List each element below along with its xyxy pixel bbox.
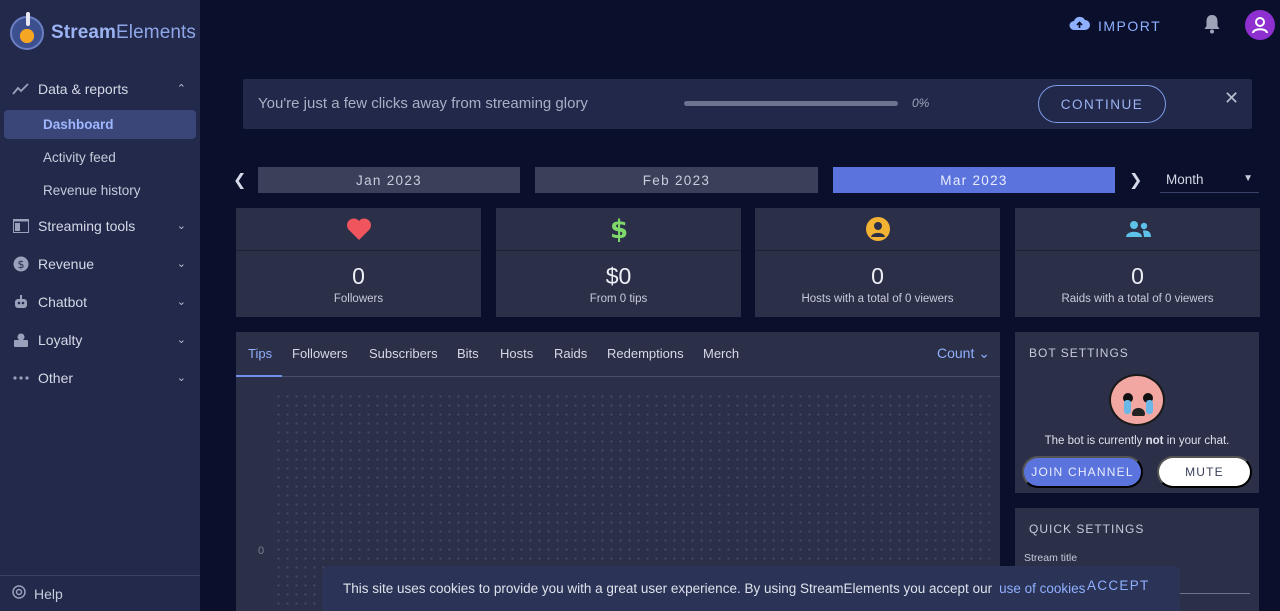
stat-label: From 0 tips — [589, 293, 648, 305]
stat-label: Raids with a total of 0 viewers — [1061, 293, 1214, 305]
sidebar-group-data-reports[interactable]: Data & reports ⌃ — [0, 70, 200, 108]
stat-card-raids: 0 Raids with a total of 0 viewers — [1015, 208, 1260, 317]
help-link[interactable]: Help — [0, 575, 200, 611]
bot-settings-title: BOT SETTINGS — [1029, 346, 1129, 360]
import-label: IMPORT — [1098, 18, 1162, 34]
cookie-banner: This site uses cookies to provide you wi… — [322, 566, 1180, 611]
close-icon[interactable]: ✕ — [1224, 88, 1239, 109]
caret-down-icon: ▼ — [1243, 173, 1253, 184]
tab-hosts[interactable]: Hosts — [500, 346, 533, 361]
svg-text:$: $ — [17, 258, 24, 271]
user-circle-icon — [865, 217, 890, 241]
sidebar-item-revenue-history[interactable]: Revenue history — [0, 174, 200, 207]
chevron-right-icon[interactable]: ❯ — [1129, 170, 1142, 190]
sidebar-group-revenue[interactable]: $ Revenue ⌄ — [0, 245, 200, 283]
stat-value: 0 — [1131, 263, 1144, 289]
stat-value: 0 — [352, 263, 365, 289]
bell-icon[interactable] — [1203, 14, 1223, 36]
sidebar-group-label: Data & reports — [38, 81, 129, 97]
bot-status-text: The bot is currently not in your chat. — [1044, 435, 1230, 447]
tab-raids[interactable]: Raids — [554, 346, 587, 361]
loyalty-icon — [12, 332, 29, 349]
stat-value: 0 — [871, 263, 884, 289]
sidebar-group-streaming-tools[interactable]: Streaming tools ⌄ — [0, 207, 200, 245]
period-mar[interactable]: Mar 2023 — [833, 167, 1115, 193]
stat-card-tips: $ $0 From 0 tips — [496, 208, 741, 317]
metric-select-value: Count — [937, 345, 975, 361]
accept-cookies-button[interactable]: ACCEPT — [1087, 578, 1150, 593]
dollar-circle-icon: $ — [12, 256, 29, 273]
onboarding-banner: You're just a few clicks away from strea… — [243, 79, 1252, 129]
cloud-upload-icon — [1069, 16, 1090, 36]
sidebar-group-loyalty[interactable]: Loyalty ⌄ — [0, 321, 200, 359]
chevron-down-icon: ⌄ — [176, 258, 186, 270]
stat-card-followers: 0 Followers — [236, 208, 481, 317]
range-select-value: Month — [1166, 172, 1204, 187]
quick-settings-title: QUICK SETTINGS — [1029, 522, 1145, 536]
streamelements-logo[interactable]: StreamElements — [10, 12, 197, 52]
robot-icon — [12, 294, 29, 311]
chevron-up-icon: ⌃ — [176, 83, 186, 95]
chevron-left-icon[interactable]: ❮ — [233, 170, 246, 190]
user-avatar[interactable] — [1245, 10, 1275, 40]
sidebar-item-dashboard[interactable]: Dashboard — [4, 110, 196, 139]
onboarding-progress-bar — [684, 101, 898, 106]
sidebar: StreamElements Data & reports ⌃ Dashboar… — [0, 0, 200, 611]
stat-value: $0 — [605, 263, 632, 289]
banner-text: You're just a few clicks away from strea… — [258, 95, 588, 112]
chevron-down-icon: ⌄ — [176, 296, 186, 308]
layout-icon — [12, 218, 29, 235]
sidebar-group-label: Revenue — [38, 256, 95, 272]
progress-percent: 0% — [912, 96, 930, 110]
sidebar-nav: Data & reports ⌃ Dashboard Activity feed… — [0, 70, 200, 397]
svg-text:$: $ — [610, 216, 628, 242]
stat-label: Followers — [333, 293, 384, 305]
sidebar-group-label: Chatbot — [38, 294, 88, 310]
chevron-down-icon: ⌄ — [176, 334, 186, 346]
import-button[interactable]: IMPORT — [1069, 14, 1161, 38]
chart-line-icon — [12, 81, 29, 98]
help-circle-icon — [12, 585, 26, 602]
sidebar-group-other[interactable]: Other ⌄ — [0, 359, 200, 397]
help-label: Help — [34, 585, 63, 602]
sad-bot-icon — [1109, 374, 1165, 426]
period-jan[interactable]: Jan 2023 — [258, 167, 520, 193]
sidebar-group-label: Other — [38, 370, 74, 386]
tab-tips[interactable]: Tips — [248, 346, 272, 361]
active-tab-indicator — [236, 375, 282, 377]
users-icon — [1125, 221, 1151, 237]
stat-card-hosts: 0 Hosts with a total of 0 viewers — [755, 208, 1000, 317]
sidebar-group-chatbot[interactable]: Chatbot ⌄ — [0, 283, 200, 321]
tab-followers[interactable]: Followers — [292, 346, 348, 361]
stream-title-label: Stream title — [1024, 552, 1078, 564]
stat-label: Hosts with a total of 0 viewers — [801, 293, 954, 305]
mute-button[interactable]: MUTE — [1157, 456, 1252, 488]
y-axis-tick: 0 — [258, 545, 265, 557]
bot-settings-panel: BOT SETTINGS The bot is currently not in… — [1015, 332, 1259, 493]
sidebar-group-label: Loyalty — [38, 332, 83, 348]
logo-text: StreamElements — [51, 22, 197, 43]
logo-icon — [10, 12, 44, 50]
metric-select[interactable]: Count ⌄ — [937, 345, 990, 362]
cookie-policy-link[interactable]: use of cookies — [999, 581, 1085, 596]
chevron-down-icon: ⌄ — [978, 345, 990, 361]
join-channel-button[interactable]: JOIN CHANNEL — [1022, 456, 1143, 488]
heart-icon — [346, 218, 371, 240]
range-select[interactable]: Month ▼ — [1160, 167, 1259, 193]
chart-tabs: Tips Followers Subscribers Bits Hosts Ra… — [236, 332, 1000, 377]
tab-subscribers[interactable]: Subscribers — [369, 346, 438, 361]
dollar-icon: $ — [610, 216, 628, 242]
user-icon — [1252, 17, 1268, 34]
tab-bits[interactable]: Bits — [457, 346, 479, 361]
more-horizontal-icon — [12, 370, 29, 387]
sidebar-group-label: Streaming tools — [38, 218, 136, 234]
period-feb[interactable]: Feb 2023 — [535, 167, 818, 193]
continue-button[interactable]: CONTINUE — [1038, 85, 1166, 123]
chevron-down-icon: ⌄ — [176, 372, 186, 384]
tab-redemptions[interactable]: Redemptions — [607, 346, 684, 361]
sidebar-item-activity-feed[interactable]: Activity feed — [0, 141, 200, 174]
cookie-text: This site uses cookies to provide you wi… — [343, 581, 993, 596]
chevron-down-icon: ⌄ — [176, 220, 186, 232]
tab-merch[interactable]: Merch — [703, 346, 739, 361]
